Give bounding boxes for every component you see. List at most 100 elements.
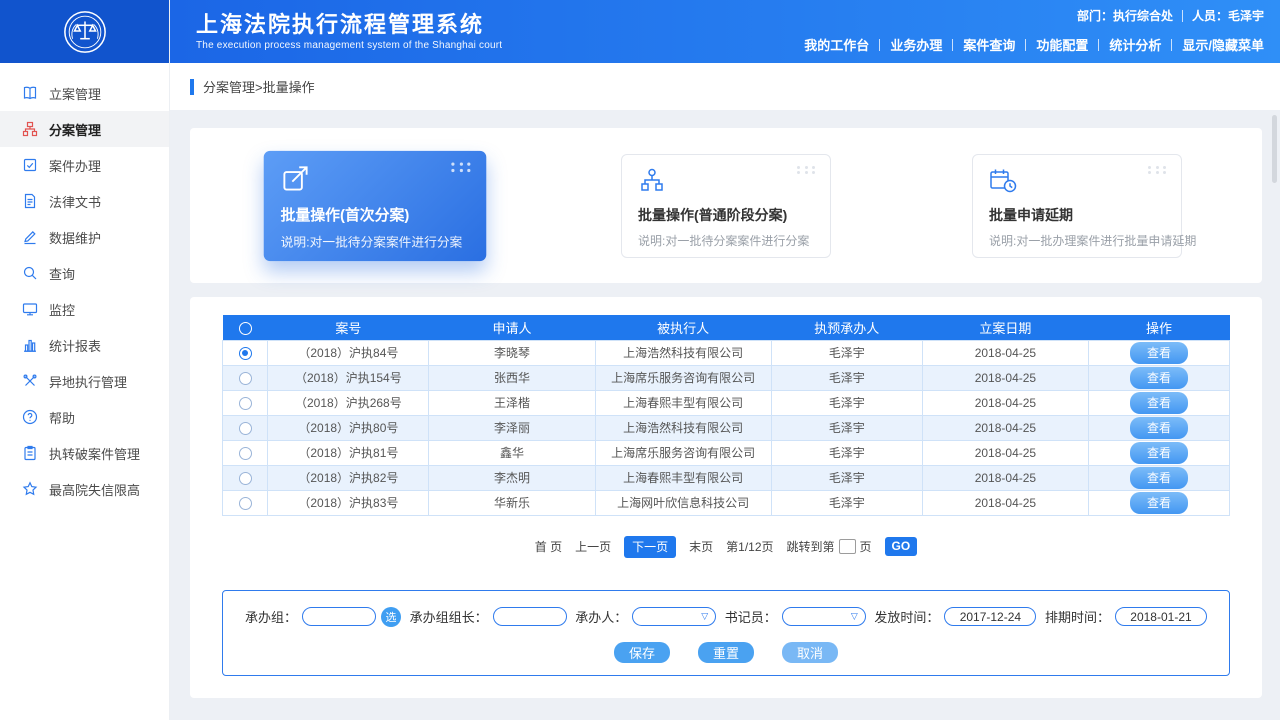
card-batch-delay-request[interactable]: 批量申请延期 说明:对一批办理案件进行批量申请延期 xyxy=(972,154,1182,258)
next-page-button[interactable]: 下一页 xyxy=(624,536,676,558)
view-button[interactable]: 查看 xyxy=(1130,467,1188,489)
group-leader-input[interactable] xyxy=(493,607,567,626)
scrollbar-thumb[interactable] xyxy=(1272,115,1277,183)
sidebar-item-monitoring[interactable]: 监控 xyxy=(0,291,169,327)
case-table-panel: 案号 申请人 被执行人 执预承办人 立案日期 操作 （2018）沪执84号 李 xyxy=(190,297,1262,698)
court-logo xyxy=(0,0,169,63)
sidebar-item-dishonesty-restriction[interactable]: 最高院失信限高 xyxy=(0,471,169,507)
card-batch-normal-division[interactable]: 批量操作(普通阶段分案) 说明:对一批待分案案件进行分案 xyxy=(621,154,831,258)
nav-item-workbench[interactable]: 我的工作台 xyxy=(804,35,869,54)
sidebar-item-data-maintenance[interactable]: 数据维护 xyxy=(0,219,169,255)
divider xyxy=(1098,39,1099,51)
first-page-button[interactable]: 首 页 xyxy=(535,538,562,555)
sidebar-item-case-filing[interactable]: 立案管理 xyxy=(0,75,169,111)
choose-group-button[interactable]: 选 xyxy=(381,607,401,627)
table-row: （2018）沪执81号 鑫华 上海席乐服务咨询有限公司 毛泽宇 2018-04-… xyxy=(223,440,1230,465)
field-undertaker-group: 承办组： 选 xyxy=(245,607,401,627)
header-radio[interactable] xyxy=(239,322,252,335)
undertaker-select[interactable]: ▽ xyxy=(632,607,716,626)
chevron-down-icon: ▽ xyxy=(701,612,708,621)
main-column: 上海法院执行流程管理系统 The execution process manag… xyxy=(170,0,1280,720)
row-radio[interactable] xyxy=(239,397,252,410)
sidebar-item-legal-documents[interactable]: 法律文书 xyxy=(0,183,169,219)
issue-date-input[interactable] xyxy=(944,607,1036,626)
sidebar-item-query[interactable]: 查询 xyxy=(0,255,169,291)
book-icon xyxy=(22,85,38,101)
row-radio[interactable] xyxy=(239,447,252,460)
cell-applicant: 李晓琴 xyxy=(429,340,595,365)
field-group-leader: 承办组组长： xyxy=(410,607,567,626)
divider xyxy=(952,39,953,51)
nav-item-toggle-menu[interactable]: 显示/隐藏菜单 xyxy=(1182,35,1264,54)
cell-filing-date: 2018-04-25 xyxy=(922,490,1088,515)
bar-chart-icon xyxy=(22,337,38,353)
title-wrap: 上海法院执行流程管理系统 The execution process manag… xyxy=(170,12,502,50)
cell-case-no: （2018）沪执154号 xyxy=(268,365,429,390)
page-jump-input[interactable] xyxy=(839,539,856,554)
page-info: 第1/12页 xyxy=(726,538,773,555)
save-button[interactable]: 保存 xyxy=(614,642,670,663)
sidebar-item-bankruptcy-transfer[interactable]: 执转破案件管理 xyxy=(0,435,169,471)
reset-button[interactable]: 重置 xyxy=(698,642,754,663)
go-button[interactable]: GO xyxy=(885,537,918,556)
card-batch-first-division[interactable]: 批量操作(首次分案) 说明:对一批待分案案件进行分案 xyxy=(264,150,487,260)
nav-item-config[interactable]: 功能配置 xyxy=(1036,35,1088,54)
undertaker-group-input[interactable] xyxy=(302,607,376,626)
nav-item-business[interactable]: 业务办理 xyxy=(890,35,942,54)
sidebar-nav: 立案管理 分案管理 案件办理 法律文书 xyxy=(0,63,169,507)
form-buttons-row: 保存 重置 取消 xyxy=(245,642,1207,663)
cell-undertaker: 毛泽宇 xyxy=(771,340,922,365)
drag-dots-icon xyxy=(1148,166,1168,175)
view-button[interactable]: 查看 xyxy=(1130,442,1188,464)
clerk-select[interactable]: ▽ xyxy=(782,607,866,626)
row-radio[interactable] xyxy=(239,372,252,385)
view-button[interactable]: 查看 xyxy=(1130,492,1188,514)
last-page-button[interactable]: 末页 xyxy=(689,538,713,555)
view-button[interactable]: 查看 xyxy=(1130,417,1188,439)
view-button[interactable]: 查看 xyxy=(1130,392,1188,414)
tools-icon xyxy=(22,373,38,389)
calendar-clock-icon xyxy=(989,167,1165,197)
cell-applicant: 鑫华 xyxy=(429,440,595,465)
row-radio[interactable] xyxy=(239,347,252,360)
cell-case-no: （2018）沪执81号 xyxy=(268,440,429,465)
breadcrumb: 分案管理>批量操作 xyxy=(203,77,315,96)
cell-executee: 上海春熙丰型有限公司 xyxy=(595,465,771,490)
breadcrumb-accent xyxy=(190,79,194,95)
cell-filing-date: 2018-04-25 xyxy=(922,440,1088,465)
card-title: 批量操作(首次分案) xyxy=(281,203,470,224)
sidebar-item-label: 法律文书 xyxy=(49,192,101,211)
nav-item-case-search[interactable]: 案件查询 xyxy=(963,35,1015,54)
row-radio[interactable] xyxy=(239,422,252,435)
sidebar-item-label: 异地执行管理 xyxy=(49,372,127,391)
form-fields-row: 承办组： 选 承办组组长： 承办人： ▽ 书 xyxy=(245,607,1207,627)
sidebar-item-statistics[interactable]: 统计报表 xyxy=(0,327,169,363)
cell-filing-date: 2018-04-25 xyxy=(922,340,1088,365)
sidebar-item-case-handling[interactable]: 案件办理 xyxy=(0,147,169,183)
table-row: （2018）沪执80号 李泽丽 上海浩然科技有限公司 毛泽宇 2018-04-2… xyxy=(223,415,1230,440)
undertaker-group-label: 承办组： xyxy=(245,607,297,626)
cell-applicant: 王泽楷 xyxy=(429,390,595,415)
nav-item-statistics[interactable]: 统计分析 xyxy=(1109,35,1161,54)
sidebar-item-remote-execution[interactable]: 异地执行管理 xyxy=(0,363,169,399)
col-header-case-no: 案号 xyxy=(268,315,429,340)
card-desc: 说明:对一批待分案案件进行分案 xyxy=(638,232,814,249)
divider xyxy=(1025,39,1026,51)
page-jump-group: 跳转到第 页 xyxy=(787,538,872,555)
sidebar-item-case-division[interactable]: 分案管理 xyxy=(0,111,169,147)
schedule-date-input[interactable] xyxy=(1115,607,1207,626)
cancel-button[interactable]: 取消 xyxy=(782,642,838,663)
sidebar-item-help[interactable]: 帮助 xyxy=(0,399,169,435)
view-button[interactable]: 查看 xyxy=(1130,342,1188,364)
row-radio[interactable] xyxy=(239,472,252,485)
cell-executee: 上海浩然科技有限公司 xyxy=(595,415,771,440)
prev-page-button[interactable]: 上一页 xyxy=(575,538,611,555)
sidebar-item-label: 统计报表 xyxy=(49,336,101,355)
row-radio[interactable] xyxy=(239,497,252,510)
cell-filing-date: 2018-04-25 xyxy=(922,365,1088,390)
jump-suffix-label: 页 xyxy=(860,538,872,555)
view-button[interactable]: 查看 xyxy=(1130,367,1188,389)
cell-applicant: 李杰明 xyxy=(429,465,595,490)
department-label: 部门：执行综合处 xyxy=(1077,7,1173,24)
clipboard-icon xyxy=(22,445,38,461)
